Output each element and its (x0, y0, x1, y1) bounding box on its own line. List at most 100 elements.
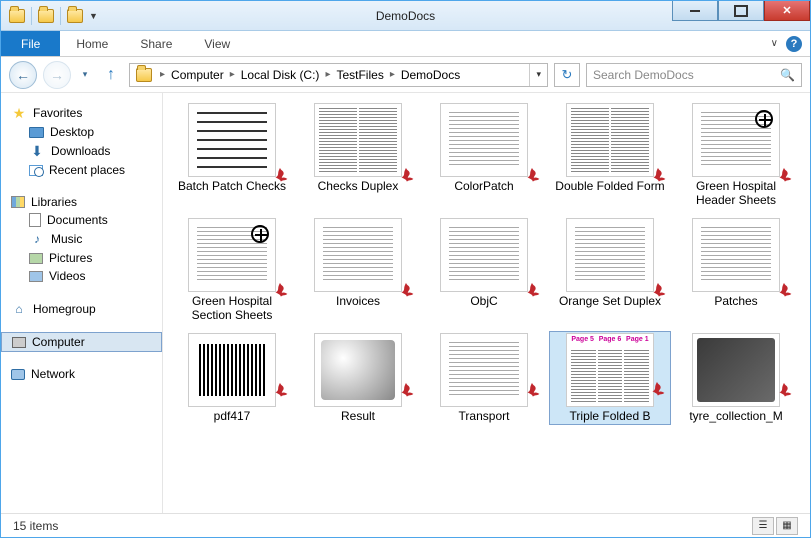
pdf-icon (269, 281, 291, 303)
breadcrumb[interactable]: Computer (167, 68, 228, 82)
file-item[interactable]: Green Hospital Header Sheets (675, 101, 797, 210)
search-input[interactable]: Search DemoDocs 🔍 (586, 63, 802, 87)
help-icon[interactable]: ? (786, 36, 802, 52)
ribbon-collapse-icon[interactable]: ∨ (771, 38, 778, 49)
file-item[interactable]: pdf417 (171, 331, 293, 425)
sidebar-homegroup[interactable]: ⌂Homegroup (1, 299, 162, 319)
file-thumbnail (188, 103, 276, 177)
file-item[interactable]: Transport (423, 331, 545, 425)
file-item[interactable]: Batch Patch Checks (171, 101, 293, 210)
item-count: 15 items (13, 519, 58, 533)
folder-icon (9, 9, 25, 23)
computer-icon (12, 337, 26, 348)
file-thumbnail: Page 5Page 6Page 1 (566, 333, 654, 407)
breadcrumb-sep[interactable]: ▸ (323, 69, 332, 80)
file-item[interactable]: Checks Duplex (297, 101, 419, 210)
sidebar-item-pictures[interactable]: Pictures (1, 249, 162, 267)
file-thumbnail (440, 218, 528, 292)
file-item[interactable]: Patches (675, 216, 797, 325)
chevron-down-icon[interactable]: ▼ (89, 11, 98, 21)
file-pane[interactable]: Batch Patch Checks Checks Duplex ColorPatc… (163, 93, 810, 513)
up-button[interactable]: ↑ (99, 63, 123, 87)
pdf-icon (395, 381, 417, 403)
sidebar-item-recent[interactable]: Recent places (1, 161, 162, 179)
libraries-icon (11, 196, 25, 208)
file-item[interactable]: tyre_collection_M (675, 331, 797, 425)
search-icon: 🔍 (780, 68, 795, 82)
breadcrumb[interactable]: DemoDocs (397, 68, 464, 82)
file-name: Checks Duplex (318, 179, 399, 193)
file-name: tyre_collection_M (689, 409, 782, 423)
file-tab[interactable]: File (1, 31, 60, 56)
pdf-icon (521, 166, 543, 188)
search-placeholder: Search DemoDocs (593, 68, 694, 82)
pdf-icon (773, 381, 795, 403)
refresh-button[interactable]: ↻ (554, 63, 580, 87)
file-item[interactable]: Orange Set Duplex (549, 216, 671, 325)
view-icons-button[interactable]: ▦ (776, 517, 798, 535)
sidebar-computer[interactable]: Computer (1, 332, 162, 352)
file-item[interactable]: Green Hospital Section Sheets (171, 216, 293, 325)
sidebar-item-videos[interactable]: Videos (1, 267, 162, 285)
address-dropdown[interactable]: ▾ (529, 64, 547, 86)
file-item[interactable]: Result (297, 331, 419, 425)
folder-icon[interactable] (38, 9, 54, 23)
close-button[interactable] (764, 1, 810, 21)
folder-icon[interactable] (67, 9, 83, 23)
file-thumbnail (692, 218, 780, 292)
minimize-button[interactable] (672, 1, 718, 21)
pdf-icon (646, 380, 668, 402)
pdf-icon (269, 381, 291, 403)
file-name: Transport (459, 409, 510, 423)
file-item[interactable]: ObjC (423, 216, 545, 325)
sidebar-item-music[interactable]: ♪Music (1, 229, 162, 249)
maximize-button[interactable] (718, 1, 764, 21)
folder-icon (136, 68, 152, 82)
back-button[interactable]: ← (9, 61, 37, 89)
history-dropdown[interactable]: ▾ (77, 67, 93, 83)
breadcrumb-sep[interactable]: ▸ (158, 69, 167, 80)
file-thumbnail (440, 333, 528, 407)
file-item[interactable]: Invoices (297, 216, 419, 325)
pdf-icon (395, 281, 417, 303)
desktop-icon (29, 127, 44, 138)
qat-divider (60, 7, 61, 25)
music-icon: ♪ (29, 231, 45, 247)
file-item[interactable]: ColorPatch (423, 101, 545, 210)
file-name: Triple Folded B (570, 409, 651, 423)
sidebar-libraries[interactable]: Libraries (1, 193, 162, 211)
file-thumbnail (314, 333, 402, 407)
breadcrumb[interactable]: TestFiles (332, 68, 387, 82)
document-icon (29, 213, 41, 227)
forward-button[interactable]: → (43, 61, 71, 89)
sidebar-item-documents[interactable]: Documents (1, 211, 162, 229)
pdf-icon (269, 166, 291, 188)
file-thumbnail (692, 333, 780, 407)
address-bar[interactable]: ▸ Computer ▸ Local Disk (C:) ▸ TestFiles… (129, 63, 548, 87)
file-name: Patches (714, 294, 757, 308)
nav-bar: ← → ▾ ↑ ▸ Computer ▸ Local Disk (C:) ▸ T… (1, 57, 810, 93)
tab-share[interactable]: Share (124, 31, 188, 56)
status-bar: 15 items ☰ ▦ (1, 513, 810, 537)
pictures-icon (29, 253, 43, 264)
sidebar-network[interactable]: Network (1, 365, 162, 383)
breadcrumb-sep[interactable]: ▸ (228, 69, 237, 80)
file-item[interactable]: Page 5Page 6Page 1 Triple Folded B (549, 331, 671, 425)
breadcrumb-sep[interactable]: ▸ (388, 69, 397, 80)
sidebar-favorites[interactable]: ★Favorites (1, 103, 162, 123)
file-name: Orange Set Duplex (559, 294, 661, 308)
file-name: pdf417 (214, 409, 251, 423)
breadcrumb[interactable]: Local Disk (C:) (237, 68, 324, 82)
file-item[interactable]: Double Folded Form (549, 101, 671, 210)
pdf-icon (647, 166, 669, 188)
quick-access-toolbar: ▼ (1, 7, 98, 25)
sidebar-item-desktop[interactable]: Desktop (1, 123, 162, 141)
tab-view[interactable]: View (188, 31, 246, 56)
view-details-button[interactable]: ☰ (752, 517, 774, 535)
pdf-icon (395, 166, 417, 188)
body: ★Favorites Desktop ⬇Downloads Recent pla… (1, 93, 810, 513)
sidebar-item-downloads[interactable]: ⬇Downloads (1, 141, 162, 161)
file-thumbnail (692, 103, 780, 177)
tab-home[interactable]: Home (60, 31, 124, 56)
file-thumbnail (566, 103, 654, 177)
